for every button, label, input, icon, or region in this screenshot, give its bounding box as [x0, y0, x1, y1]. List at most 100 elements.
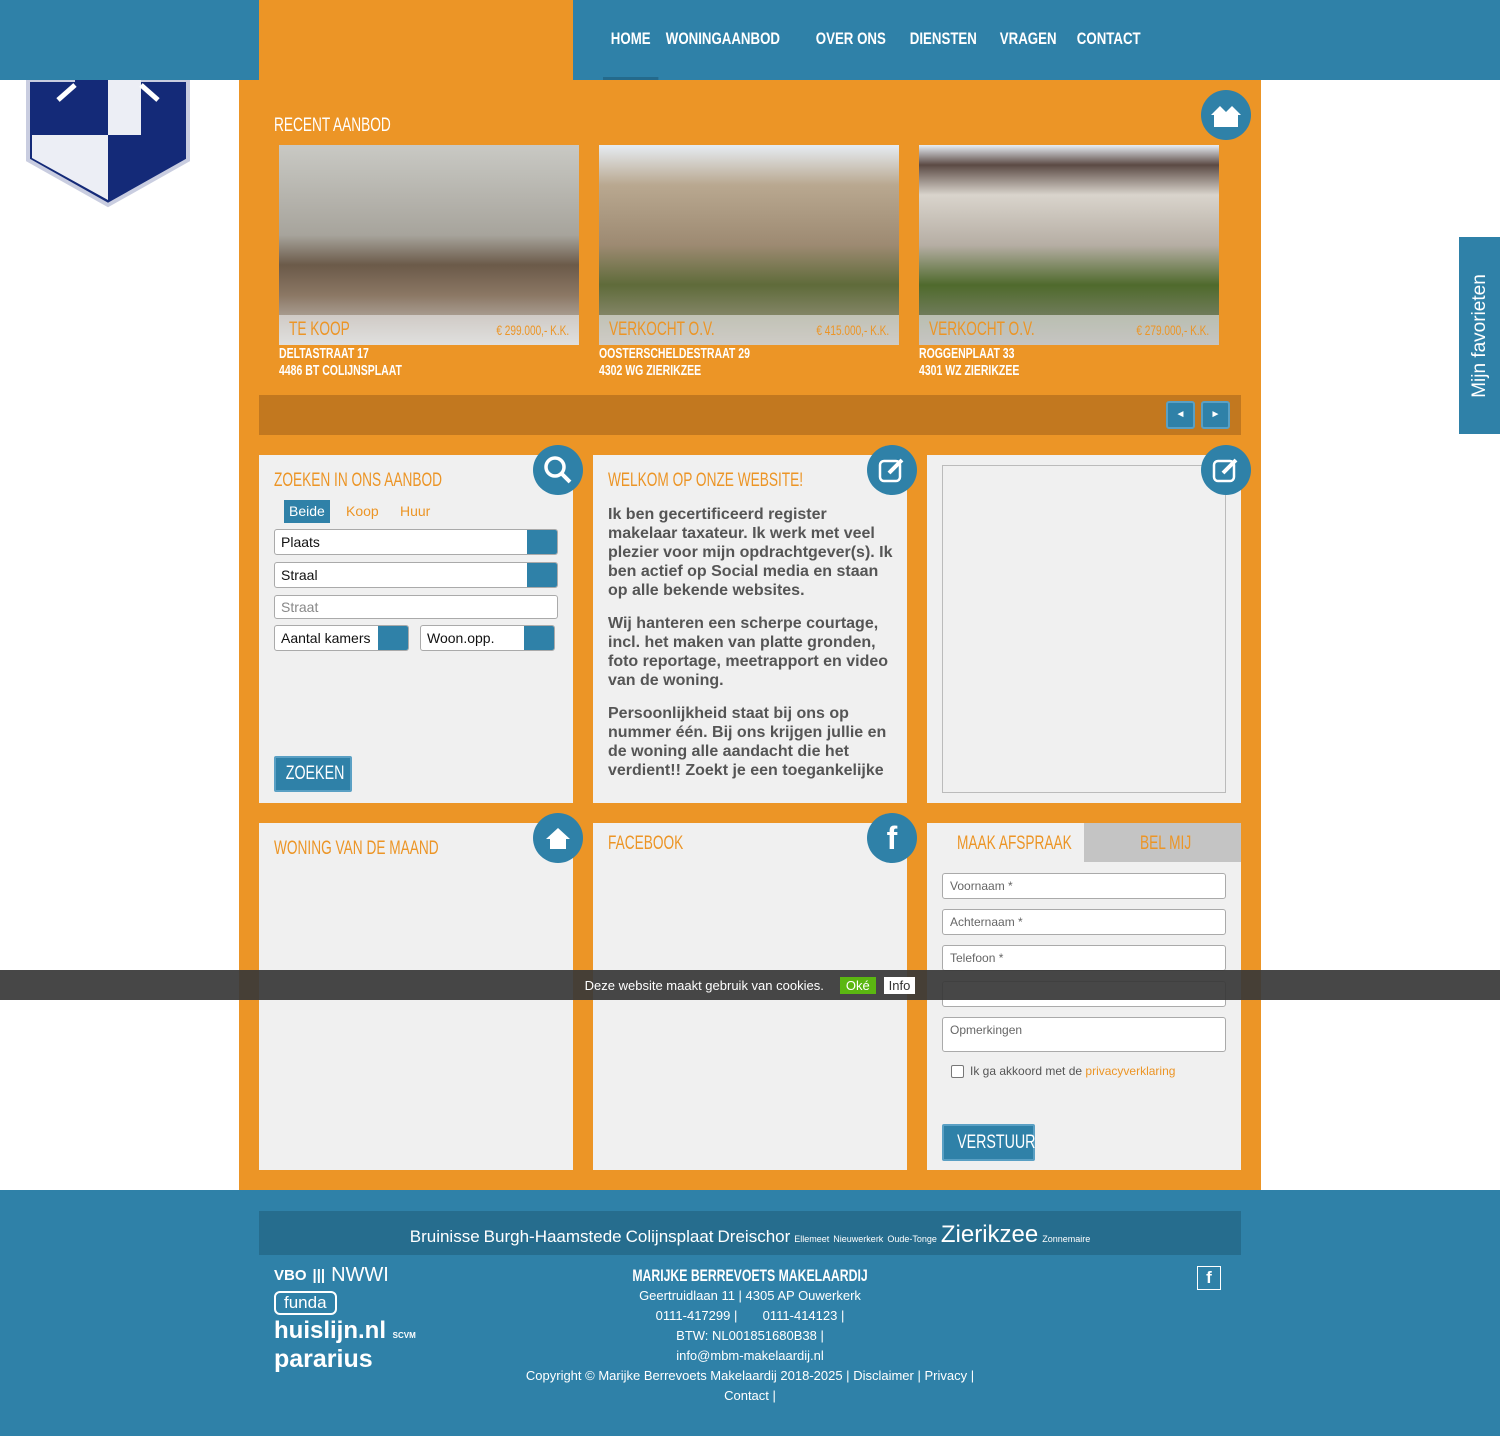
place-link[interactable]: Bruinisse [410, 1227, 480, 1247]
property-street: DELTASTRAAT 17 [279, 345, 369, 362]
logo[interactable] [20, 80, 195, 210]
straal-select[interactable]: Straal [274, 562, 558, 588]
cookie-info-button[interactable]: Info [883, 976, 916, 994]
search-title: ZOEKEN IN ONS AANBOD [274, 470, 442, 491]
property-city: 4302 WG ZIERIKZEE [599, 362, 702, 379]
welcome-text: Ik ben gecertificeerd register makelaar … [608, 505, 893, 792]
place-link[interactable]: Zonnemaire [1042, 1234, 1090, 1244]
email-link[interactable]: info@mbm-makelaardij.nl [500, 1346, 1000, 1366]
property-photo[interactable]: TE KOOP € 299.000,- K.K. [279, 145, 579, 345]
funda-logo: funda [274, 1291, 337, 1315]
nav-diensten[interactable]: DIENSTEN [902, 0, 985, 80]
phone-2[interactable]: 0111-414123 | [763, 1308, 845, 1323]
property-card[interactable]: TE KOOP € 299.000,- K.K. DELTASTRAAT 17 4… [279, 145, 579, 379]
tab-huur[interactable]: Huur [395, 500, 435, 523]
verstuur-button[interactable]: VERSTUUR [942, 1124, 1035, 1161]
plaats-select[interactable]: Plaats [274, 529, 558, 555]
facebook-icon[interactable]: f [867, 813, 917, 863]
agree-label: Ik ga akkoord met de [970, 1064, 1086, 1078]
achternaam-input[interactable]: Achternaam * [942, 909, 1226, 935]
contact-info: MARIJKE BERREVOETS MAKELAARDIJ Geertruid… [500, 1266, 1000, 1406]
nav-woningaanbod[interactable]: WONINGAANBOD [658, 0, 788, 80]
nav-vragen[interactable]: VRAGEN [992, 0, 1064, 80]
straat-input[interactable]: Straat [274, 595, 558, 619]
plaats-label: Plaats [281, 534, 320, 550]
cookie-text: Deze website maakt gebruik van cookies. [584, 977, 824, 993]
place-link[interactable]: Nieuwerkerk [833, 1234, 883, 1244]
place-link[interactable]: Zierikzee [941, 1221, 1038, 1249]
property-status: VERKOCHT O.V. [609, 319, 715, 340]
footer-facebook-icon[interactable]: f [1197, 1266, 1221, 1290]
slider-prev-button[interactable]: ◄ [1166, 401, 1195, 429]
dropdown-button[interactable] [527, 530, 557, 554]
welcome-paragraph: Persoonlijkheid staat bij ons op nummer … [608, 705, 887, 779]
favorites-label: Mijn favorieten [1468, 273, 1490, 398]
disclaimer-link[interactable]: Disclaimer [853, 1368, 914, 1383]
broken-image [942, 465, 1226, 793]
recent-title: RECENT AANBOD [274, 115, 391, 136]
dropdown-button[interactable] [378, 626, 408, 650]
place-link[interactable]: Burgh-Haamstede [484, 1227, 622, 1247]
nav-home[interactable]: HOME [603, 0, 659, 80]
footer: Bruinisse Burgh-Haamstede Colijnsplaat Drei… [0, 1190, 1500, 1436]
kamers-select[interactable]: Aantal kamers [274, 625, 409, 651]
property-card[interactable]: VERKOCHT O.V. € 279.000,- K.K. ROGGENPLAA… [919, 145, 1219, 379]
privacy-link[interactable]: privacyverklaring [1085, 1064, 1175, 1078]
favorites-tab[interactable]: Mijn favorieten [1459, 237, 1500, 434]
privacy-agree: Ik ga akkoord met de privacyverklaring [951, 1064, 1175, 1078]
property-street: OOSTERSCHELDESTRAAT 29 [599, 345, 750, 362]
dropdown-button[interactable] [524, 626, 554, 650]
property-status: VERKOCHT O.V. [929, 319, 1035, 340]
opmerkingen-input[interactable]: Opmerkingen [942, 1017, 1226, 1052]
nav-over-ons[interactable]: OVER ONS [808, 0, 894, 80]
zoeken-button[interactable]: ZOEKEN [274, 756, 352, 792]
tab-bel-mij[interactable]: BEL MIJ [1140, 833, 1191, 855]
welcome-title: WELKOM OP ONZE WEBSITE! [608, 470, 804, 491]
tab-beide[interactable]: Beide [284, 500, 330, 523]
cookie-ok-button[interactable]: Oké [839, 976, 876, 994]
property-status: TE KOOP [289, 319, 350, 340]
huislijn-logo: huislijn.nl [274, 1317, 386, 1344]
property-street: ROGGENPLAAT 33 [919, 345, 1015, 362]
kamers-label: Aantal kamers [281, 630, 371, 646]
pararius-logo: pararius [274, 1345, 373, 1373]
voornaam-input[interactable]: Voornaam * [942, 873, 1226, 899]
oppervlakte-select[interactable]: Woon.opp. [420, 625, 555, 651]
dropdown-button[interactable] [527, 563, 557, 587]
place-link[interactable]: Ellemeet [794, 1234, 829, 1244]
place-link[interactable]: Colijnsplaat [626, 1227, 714, 1247]
property-photo[interactable]: VERKOCHT O.V. € 279.000,- K.K. [919, 145, 1219, 345]
nav-contact[interactable]: CONTACT [1069, 0, 1148, 80]
month-title: WONING VAN DE MAAND [274, 838, 439, 859]
phone-1[interactable]: 0111-417299 | [656, 1308, 738, 1323]
header-accent [259, 0, 573, 80]
tab-maak-afspraak[interactable]: MAAK AFSPRAAK [957, 833, 1072, 855]
welcome-paragraph: Ik ben gecertificeerd register makelaar … [608, 506, 893, 599]
property-photo[interactable]: VERKOCHT O.V. € 415.000,- K.K. [599, 145, 899, 345]
houses-icon [1201, 90, 1251, 140]
property-card[interactable]: VERKOCHT O.V. € 415.000,- K.K. OOSTERSCHE… [599, 145, 899, 379]
place-link[interactable]: Oude-Tonge [887, 1234, 937, 1244]
edit-icon [867, 445, 917, 495]
cookie-bar: Deze website maakt gebruik van cookies. … [0, 970, 1500, 1000]
copyright: Copyright © Marijke Berrevoets Makelaard… [525, 1368, 850, 1383]
vbo-logo: VBO [274, 1267, 307, 1284]
places-cloud: Bruinisse Burgh-Haamstede Colijnsplaat Drei… [259, 1211, 1241, 1255]
slider-bar [259, 395, 1241, 435]
privacy-checkbox[interactable] [951, 1064, 964, 1078]
property-price: € 279.000,- K.K. [1136, 322, 1209, 338]
tab-koop[interactable]: Koop [341, 500, 384, 523]
slider-next-button[interactable]: ► [1201, 401, 1230, 429]
contact-footer-link[interactable]: Contact [724, 1388, 769, 1403]
telefoon-input[interactable]: Telefoon * [942, 945, 1226, 971]
address: Geertruidlaan 11 | 4305 AP Ouwerkerk [639, 1288, 861, 1303]
property-city: 4486 BT COLIJNSPLAAT [279, 362, 402, 379]
place-link[interactable]: Dreischor [718, 1227, 791, 1247]
property-price: € 299.000,- K.K. [496, 322, 569, 338]
privacy-footer-link[interactable]: Privacy [924, 1368, 967, 1383]
straal-label: Straal [281, 567, 318, 583]
verstuur-label: VERSTUUR [957, 1132, 1036, 1153]
welcome-paragraph: Wij hanteren een scherpe courtage, incl.… [608, 615, 889, 689]
scvm-logo: SCVM [392, 1331, 416, 1340]
zoeken-label: ZOEKEN [285, 763, 345, 784]
